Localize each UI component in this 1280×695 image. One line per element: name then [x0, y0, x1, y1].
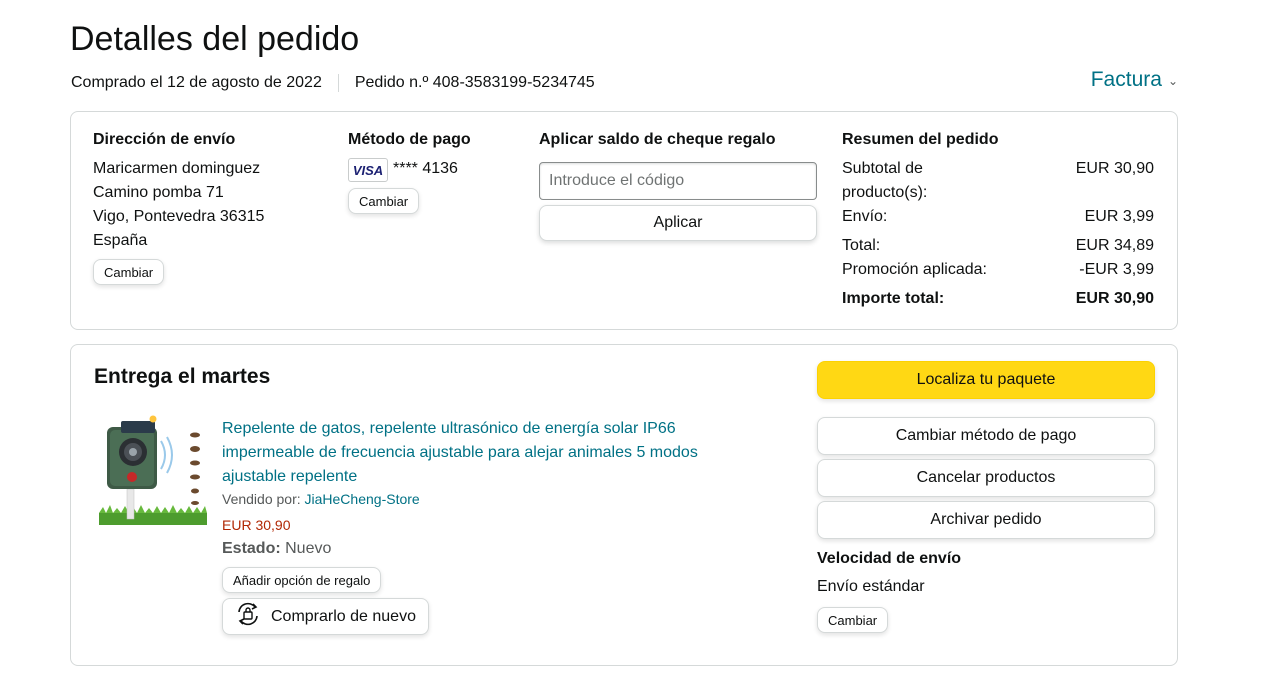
gift-heading: Aplicar saldo de cheque regalo [539, 131, 776, 148]
payment-heading: Método de pago [348, 131, 471, 148]
condition-value: Nuevo [285, 540, 332, 557]
product-price: EUR 30,90 [222, 517, 291, 533]
shipping-speed-heading: Velocidad de envío [817, 550, 962, 567]
shipping-street: Camino pomba 71 [93, 184, 224, 201]
seller-prefix: Vendido por: [222, 491, 301, 507]
change-address-button[interactable]: Cambiar [93, 259, 165, 285]
gift-code-input[interactable] [539, 162, 817, 200]
shipping-country: España [93, 232, 148, 249]
cancel-items-button[interactable]: Cancelar productos [817, 459, 1155, 497]
subtotal-label-1: Subtotal de [842, 160, 923, 177]
meta-divider [337, 74, 339, 92]
change-payment-method-button[interactable]: Cambiar método de pago [817, 417, 1155, 455]
delivery-title: Entrega el martes [94, 365, 271, 388]
product-title-link[interactable]: Repelente de gatos, repelente ultrasónic… [222, 417, 742, 489]
subtotal-value: EUR 30,90 [1075, 160, 1154, 177]
subtotal-label-2: producto(s): [842, 184, 928, 201]
chevron-down-icon: ⌄ [1167, 74, 1178, 88]
purchase-date: Comprado el 12 de agosto de 2022 [71, 74, 322, 91]
grand-total-label: Importe total: [842, 290, 945, 307]
seller-link[interactable]: JiaHeCheng-Store [305, 491, 420, 507]
total-value: EUR 34,89 [1075, 237, 1154, 254]
apply-gift-button[interactable]: Aplicar [539, 205, 817, 241]
order-info-card: Dirección de envío Maricarmen dominguez … [70, 111, 1178, 330]
grand-total-value: EUR 30,90 [1075, 290, 1154, 307]
shipping-cost-value: EUR 3,99 [1084, 208, 1154, 225]
buy-again-label: Comprarlo de nuevo [271, 607, 416, 625]
order-meta: Comprado el 12 de agosto de 2022 Pedido … [71, 74, 595, 92]
promo-value: -EUR 3,99 [1079, 261, 1154, 278]
invoice-label: Factura [1090, 68, 1162, 91]
condition-line: Estado: Nuevo [222, 540, 331, 558]
change-payment-button[interactable]: Cambiar [348, 188, 420, 214]
summary-heading: Resumen del pedido [842, 131, 999, 148]
invoice-dropdown[interactable]: Factura ⌄ [1091, 68, 1178, 92]
card-number: **** 4136 [393, 160, 458, 177]
condition-label: Estado: [222, 540, 281, 557]
product-image-art [99, 415, 207, 525]
shipping-name: Maricarmen dominguez [93, 160, 261, 177]
change-speed-button[interactable]: Cambiar [817, 607, 889, 633]
visa-card-icon: VISA [348, 158, 388, 182]
delivery-card: Entrega el martes Repelente de gatos, re… [70, 344, 1178, 666]
product-image[interactable] [99, 415, 209, 527]
order-number: Pedido n.º 408-3583199-5234745 [354, 74, 595, 91]
buy-again-button[interactable]: Comprarlo de nuevo [222, 598, 429, 635]
gift-option-button[interactable]: Añadir opción de regalo [222, 567, 382, 593]
shipping-heading: Dirección de envío [93, 131, 236, 148]
archive-order-button[interactable]: Archivar pedido [817, 501, 1155, 539]
promo-label: Promoción aplicada: [842, 261, 987, 278]
seller-line: Vendido por: JiaHeCheng-Store [222, 491, 420, 507]
buy-again-icon [233, 599, 263, 634]
shipping-speed-value: Envío estándar [817, 578, 925, 595]
shipping-city: Vigo, Pontevedra 36315 [93, 208, 265, 225]
track-package-button[interactable]: Localiza tu paquete [817, 361, 1155, 399]
shipping-cost-label: Envío: [842, 208, 888, 225]
total-label: Total: [842, 237, 881, 254]
page-title: Detalles del pedido [70, 20, 360, 58]
